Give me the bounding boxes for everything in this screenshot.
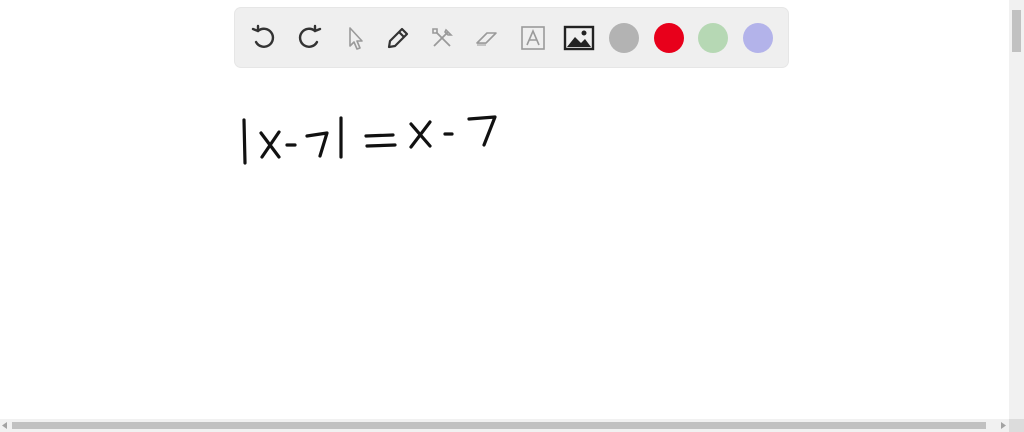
handwritten-equation <box>242 115 497 165</box>
vertical-scrollbar[interactable] <box>1009 0 1024 419</box>
scroll-right-icon[interactable] <box>1001 422 1007 429</box>
horizontal-scroll-thumb[interactable] <box>12 422 986 429</box>
whiteboard-canvas[interactable] <box>0 0 1009 419</box>
scrollbar-corner <box>1009 419 1024 432</box>
scroll-left-icon[interactable] <box>2 422 8 429</box>
horizontal-scrollbar[interactable] <box>0 419 1009 432</box>
vertical-scroll-thumb[interactable] <box>1012 10 1021 52</box>
